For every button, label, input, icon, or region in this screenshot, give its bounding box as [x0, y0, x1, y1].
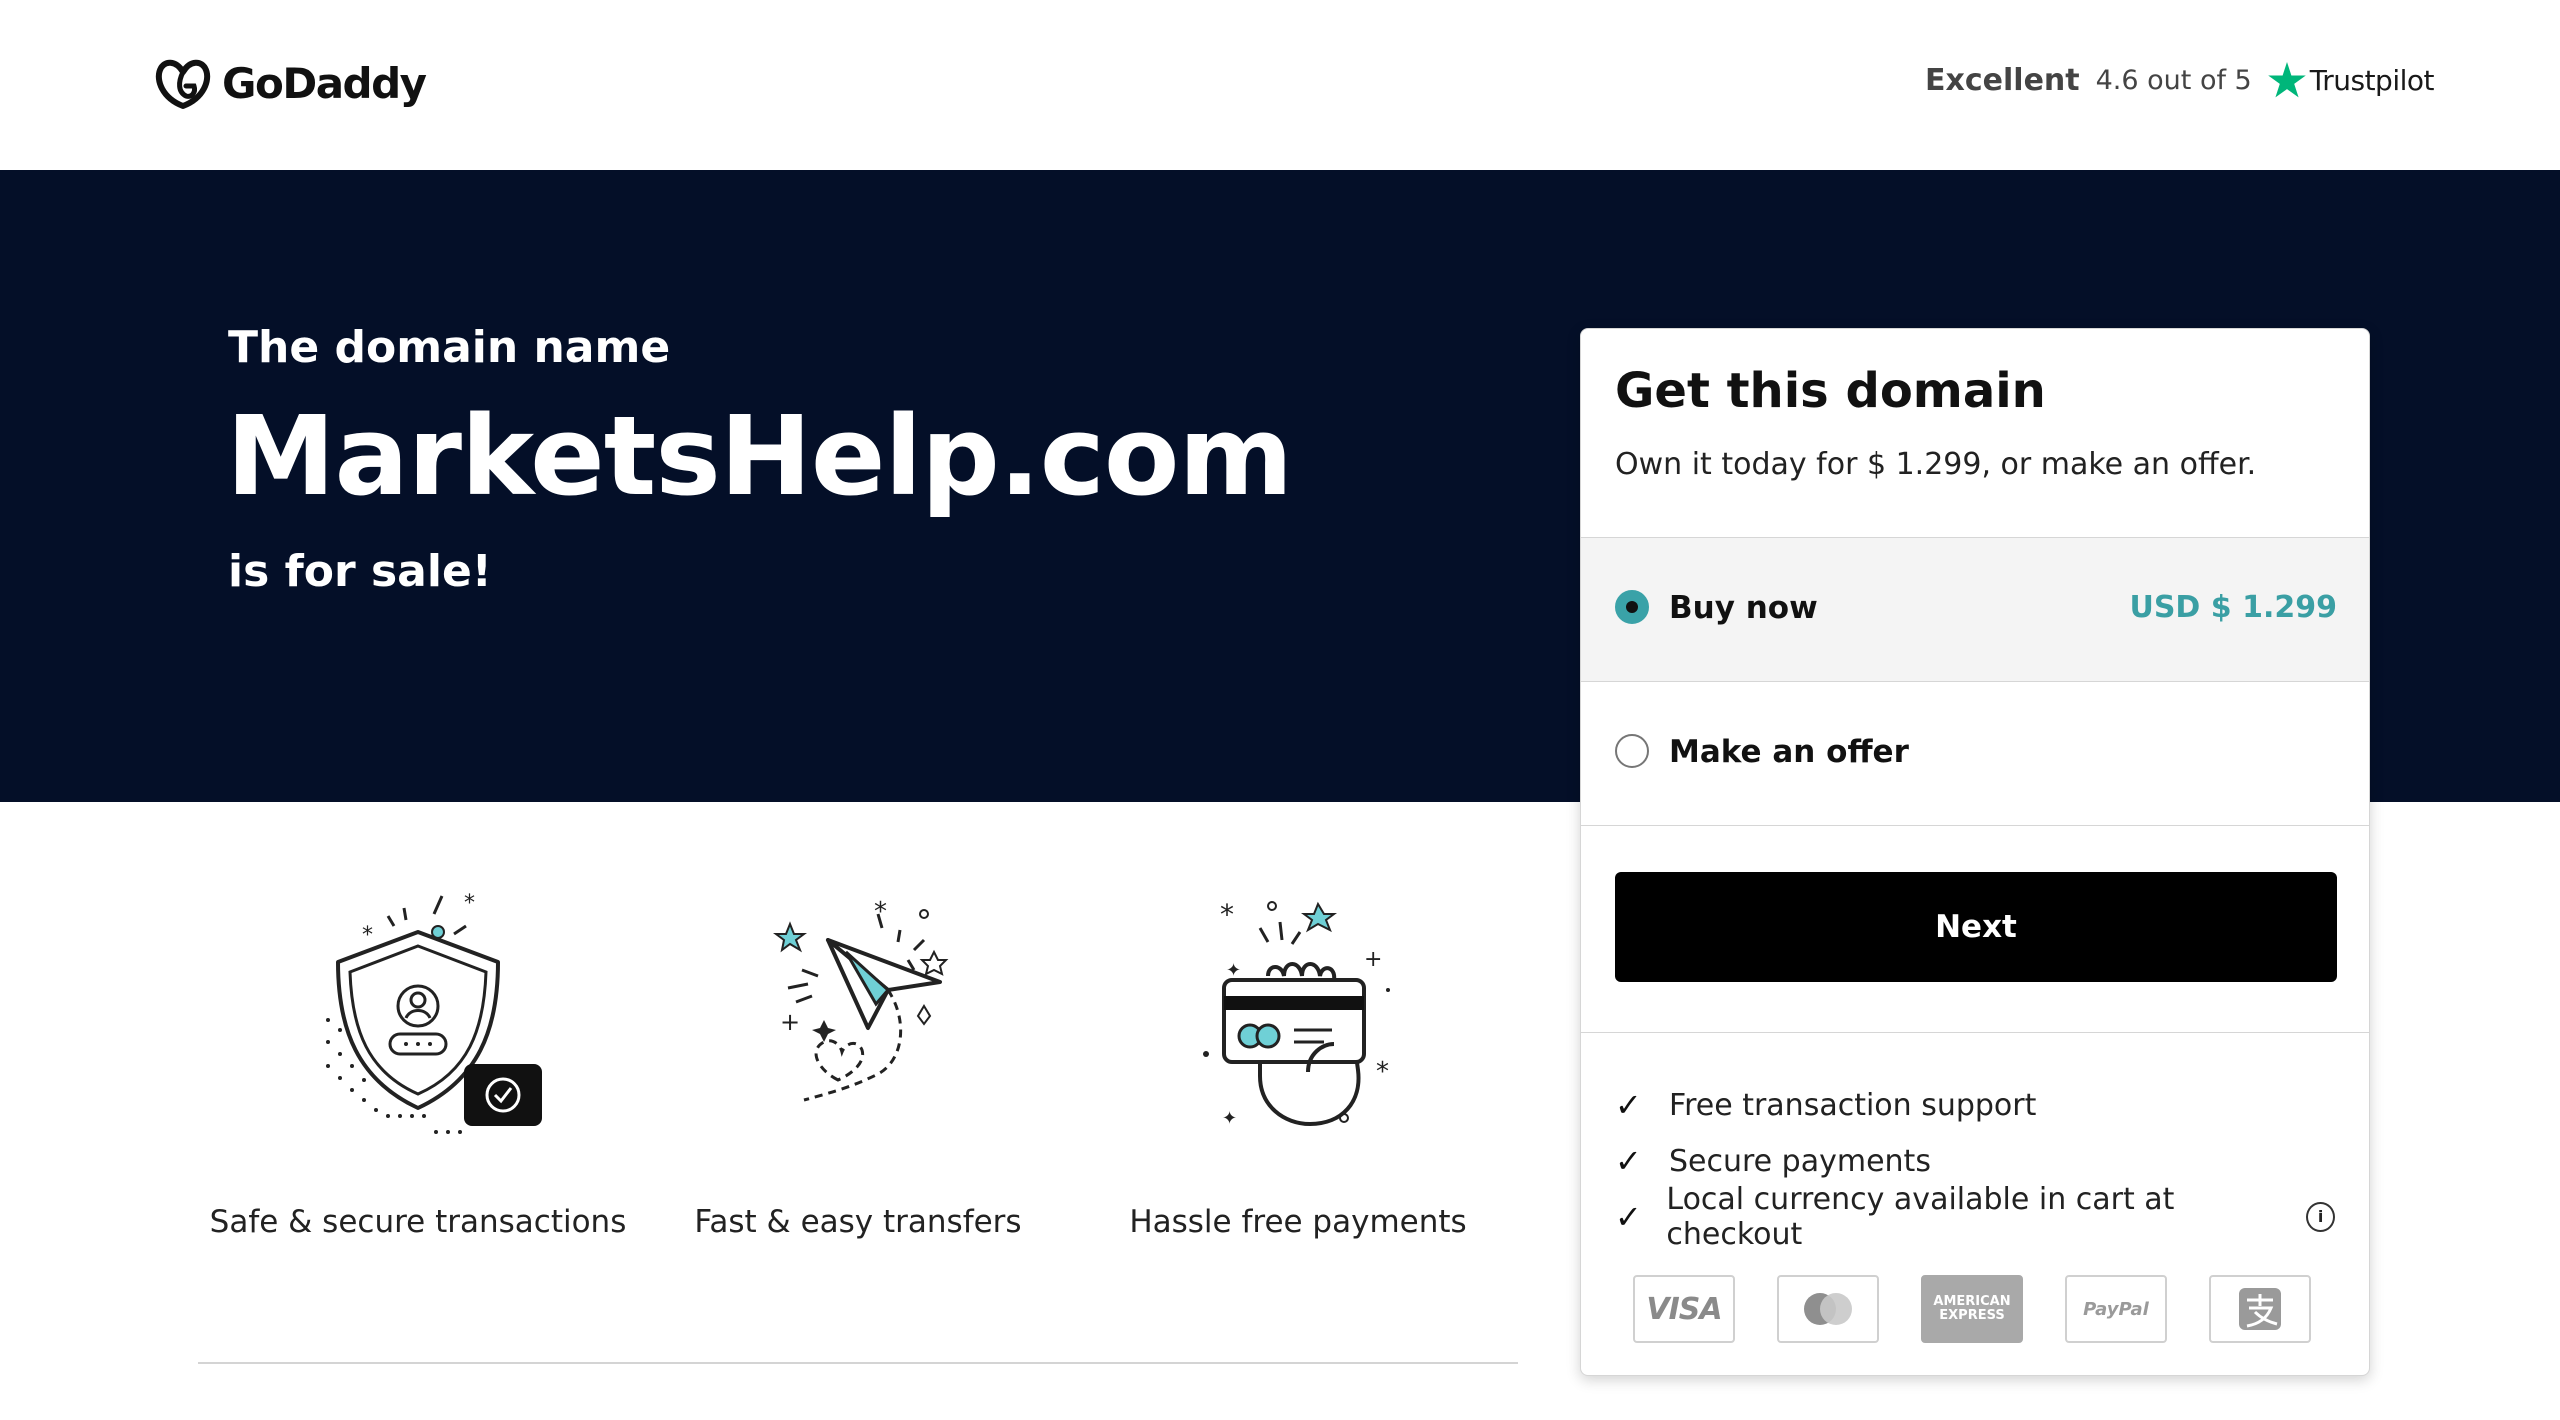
option-buy-now[interactable]: Buy now USD $ 1.299: [1581, 537, 2369, 682]
domain-name: MarketsHelp.com: [226, 392, 1293, 520]
visa-text: VISA: [1646, 1291, 1722, 1327]
alipay-icon: [2209, 1275, 2311, 1343]
godaddy-logo-icon: [155, 59, 211, 109]
header: GoDaddy Excellent 4.6 out of 5 Trustpilo…: [0, 0, 2560, 170]
trustpilot-brand: Trustpilot: [2267, 62, 2435, 98]
svg-text:*: *: [1376, 1057, 1389, 1087]
option-label: Buy now: [1669, 590, 1818, 626]
svg-text:*: *: [1220, 898, 1234, 931]
option-label: Make an offer: [1669, 734, 1909, 770]
amex-icon: AMERICAN EXPRESS: [1921, 1275, 2023, 1343]
mastercard-circles: [1804, 1293, 1852, 1325]
amex-text: AMERICAN EXPRESS: [1933, 1294, 2011, 1323]
credit-card-hand-icon: * ✦ + * ✦: [1203, 898, 1390, 1129]
feature-fast-easy: * + Fast & easy transfers: [638, 880, 1078, 1240]
option-price: USD $ 1.299: [2129, 590, 2337, 625]
benefit-text: Secure payments: [1669, 1143, 1931, 1179]
svg-text:✦: ✦: [1222, 1108, 1237, 1129]
svg-text:+: +: [780, 1008, 800, 1036]
feature-label: Fast & easy transfers: [694, 1204, 1022, 1240]
info-icon[interactable]: i: [2306, 1202, 2335, 1232]
visa-icon: VISA: [1633, 1275, 1735, 1343]
checkmark-icon: ✓: [1615, 1086, 1642, 1124]
svg-text:+: +: [1364, 947, 1382, 972]
trustpilot-score: 4.6 out of 5: [2095, 64, 2252, 96]
benefit-text: Free transaction support: [1669, 1087, 2037, 1123]
next-button[interactable]: Next: [1615, 872, 2337, 982]
section-divider: [198, 1362, 1518, 1364]
feature-hassle-free: * ✦ + * ✦ Hassle free payments: [1078, 880, 1518, 1240]
benefit-item: ✓ Free transaction support: [1615, 1077, 2335, 1133]
alipay-glyph: [2239, 1288, 2281, 1330]
trustpilot-widget[interactable]: Excellent 4.6 out of 5 Trustpilot: [1925, 62, 2435, 98]
trustpilot-star-icon: [2267, 62, 2306, 98]
feature-label: Hassle free payments: [1129, 1204, 1467, 1240]
paypal-text: PayPal: [2083, 1298, 2149, 1320]
benefits-list: ✓ Free transaction support ✓ Secure paym…: [1615, 1077, 2335, 1252]
mastercard-icon: [1777, 1275, 1879, 1343]
godaddy-logo[interactable]: GoDaddy: [152, 54, 427, 112]
payment-methods: VISA AMERICAN EXPRESS PayPal: [1633, 1275, 2311, 1343]
hero-post-text: is for sale!: [228, 546, 492, 597]
paypal-icon: PayPal: [2065, 1275, 2167, 1343]
trustpilot-rating-word: Excellent: [1925, 62, 2080, 98]
card-title: Get this domain: [1615, 363, 2046, 419]
paper-plane-icon: * +: [773, 897, 949, 1102]
make-offer-radio[interactable]: [1615, 734, 1649, 768]
buy-now-radio[interactable]: [1615, 590, 1649, 624]
feature-safe-secure: * * Safe & secure transactions: [198, 880, 638, 1240]
svg-text:*: *: [362, 923, 373, 948]
logo-text: GoDaddy: [222, 58, 427, 108]
benefit-text: Local currency available in cart at chec…: [1666, 1182, 2175, 1252]
checkmark-icon: ✓: [1615, 1142, 1642, 1180]
feature-label: Safe & secure transactions: [209, 1204, 627, 1240]
checkmark-icon: ✓: [1615, 1198, 1642, 1236]
benefit-item: ✓ Secure payments: [1615, 1133, 2335, 1189]
hero-pre-text: The domain name: [228, 322, 671, 373]
card-subtitle: Own it today for $ 1.299, or make an off…: [1615, 447, 2257, 482]
svg-text:*: *: [464, 891, 475, 916]
svg-text:✦: ✦: [1226, 960, 1241, 981]
trustpilot-brand-text: Trustpilot: [2309, 63, 2435, 97]
features-section: * * Safe & secure transactions * + Fast …: [198, 880, 1518, 1250]
next-section: Next: [1581, 825, 2369, 1033]
option-make-offer[interactable]: Make an offer: [1581, 681, 2369, 826]
svg-text:*: *: [874, 897, 887, 927]
benefit-item: ✓ Local currency available in cart at ch…: [1615, 1182, 2335, 1252]
shield-icon: * *: [326, 891, 542, 1134]
purchase-card: Get this domain Own it today for $ 1.299…: [1580, 328, 2370, 1376]
